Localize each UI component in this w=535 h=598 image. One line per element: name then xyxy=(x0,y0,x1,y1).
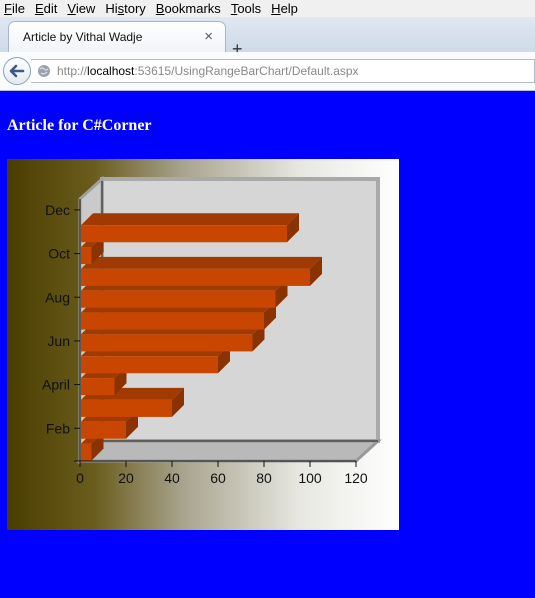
tab-strip: Article by Vithal Wadje × + xyxy=(0,17,535,58)
bar xyxy=(81,356,218,374)
y-tick-label: Oct xyxy=(48,246,70,262)
url-path: :53615/UsingRangeBarChart/Default.aspx xyxy=(134,64,359,78)
x-tick-label: 100 xyxy=(298,470,322,486)
menu-item-file[interactable]: File xyxy=(0,0,30,17)
bar xyxy=(81,334,253,352)
menu-item-bookmarks[interactable]: Bookmarks xyxy=(151,0,226,17)
url-text: http://localhost:53615/UsingRangeBarChar… xyxy=(57,64,359,78)
plot-floor xyxy=(76,439,382,463)
x-tick-label: 80 xyxy=(256,470,272,486)
menu-item-tools[interactable]: Tools xyxy=(226,0,266,17)
menu-item-view[interactable]: View xyxy=(62,0,100,17)
browser-tab[interactable]: Article by Vithal Wadje × xyxy=(8,21,226,52)
x-tick-label: 20 xyxy=(118,470,134,486)
address-bar[interactable]: http://localhost:53615/UsingRangeBarChar… xyxy=(31,59,535,83)
menu-bar: File Edit View History Bookmarks Tools Help xyxy=(0,0,535,17)
y-tick-label: Aug xyxy=(45,289,70,305)
x-tick-label: 120 xyxy=(344,470,368,486)
range-bar-chart: 0 20 40 60 80 100 120 Feb April Jun Aug Oct Dec xyxy=(7,159,399,530)
y-tick-label: Feb xyxy=(46,420,70,436)
navigation-bar: http://localhost:53615/UsingRangeBarChar… xyxy=(0,52,535,91)
url-host: localhost xyxy=(87,64,135,78)
bar-top xyxy=(81,213,299,226)
x-tick-label: 60 xyxy=(210,470,226,486)
bar-top xyxy=(81,256,322,269)
bar xyxy=(81,225,287,243)
bar xyxy=(81,443,92,461)
x-tick-label: 0 xyxy=(76,470,84,486)
y-tick-label: Dec xyxy=(45,202,70,218)
url-scheme: http:// xyxy=(57,64,88,78)
bar xyxy=(81,399,172,417)
close-icon[interactable]: × xyxy=(204,28,213,45)
y-tick-label: Jun xyxy=(47,333,70,349)
bar xyxy=(81,312,264,330)
bar xyxy=(81,290,276,308)
menu-item-edit[interactable]: Edit xyxy=(30,0,62,17)
tab-title: Article by Vithal Wadje xyxy=(23,30,143,44)
menu-item-history[interactable]: History xyxy=(100,0,150,17)
page-title: Article for C#Corner xyxy=(7,117,152,134)
arrow-left-icon xyxy=(9,64,25,78)
back-button[interactable] xyxy=(3,57,31,85)
bar xyxy=(81,247,92,265)
bar xyxy=(81,421,126,439)
x-tick-label: 40 xyxy=(164,470,180,486)
bar xyxy=(81,268,310,286)
menu-item-help[interactable]: Help xyxy=(266,0,303,17)
bar xyxy=(81,378,115,396)
globe-icon xyxy=(38,65,50,77)
y-tick-label: April xyxy=(42,377,70,393)
